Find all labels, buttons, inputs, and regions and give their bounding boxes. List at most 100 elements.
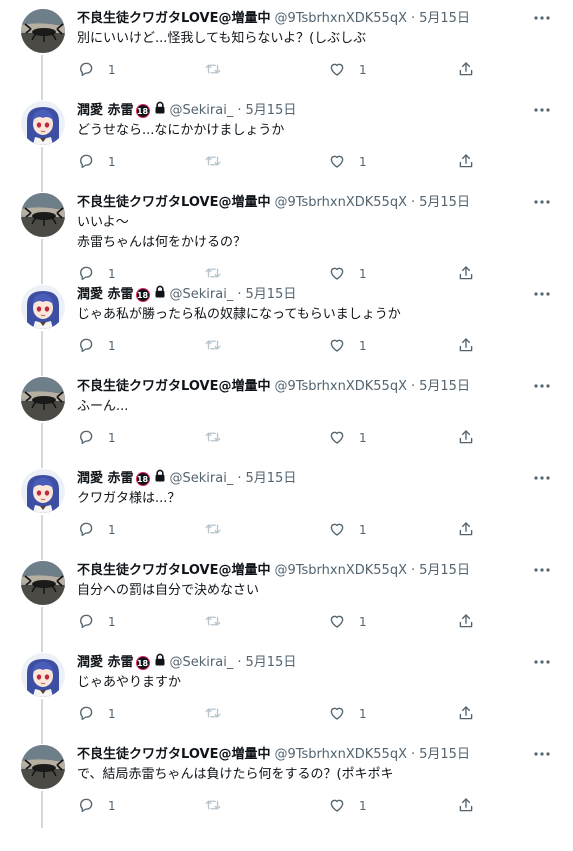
share-button[interactable] [457,152,475,172]
like-count: 1 [359,523,367,537]
user-handle[interactable]: @Sekirai_ [170,101,234,120]
share-button[interactable] [457,612,475,632]
share-button[interactable] [457,60,475,80]
tweet[interactable]: 不良生徒クワガタLOVE@増量中 @9TsbrhxnXDK55qX · 5月15日 ふー… [0,368,573,460]
more-options-icon[interactable] [532,8,552,28]
retweet-button[interactable] [204,612,235,632]
reply-button[interactable]: 1 [77,796,116,816]
tweet[interactable]: 潤愛 赤雷 18 @Sekirai_ · 5月15日 じゃあやりますか 1 1 [0,644,573,736]
retweet-button[interactable] [204,336,235,356]
like-count: 1 [359,63,367,77]
more-options-icon[interactable] [532,284,552,304]
tweet-date[interactable]: 5月15日 [419,193,470,212]
retweet-button[interactable] [204,152,235,172]
reply-count: 1 [108,431,116,445]
share-button[interactable] [457,704,475,724]
reply-button[interactable]: 1 [77,520,116,540]
display-name[interactable]: 潤愛 赤雷 [77,285,134,304]
display-name[interactable]: 潤愛 赤雷 [77,653,134,672]
user-handle[interactable]: @Sekirai_ [170,469,234,488]
tweet[interactable]: 潤愛 赤雷 18 @Sekirai_ · 5月15日 どうせなら...なにかかけましょうか… [0,92,573,184]
tweet-date[interactable]: 5月15日 [419,561,470,580]
like-button[interactable]: 1 [328,60,367,80]
avatar[interactable] [21,9,65,53]
user-handle[interactable]: @9TsbrhxnXDK55qX [274,377,407,396]
avatar[interactable] [21,193,65,237]
more-options-icon[interactable] [532,560,552,580]
avatar[interactable] [21,377,65,421]
more-options-icon[interactable] [532,468,552,488]
like-button[interactable]: 1 [328,152,367,172]
more-options-icon[interactable] [532,192,552,212]
avatar[interactable] [21,469,65,513]
retweet-button[interactable] [204,428,235,448]
like-button[interactable]: 1 [328,612,367,632]
retweet-button[interactable] [204,704,235,724]
avatar[interactable] [21,561,65,605]
retweet-button[interactable] [204,796,235,816]
avatar[interactable] [21,101,65,145]
more-options-icon[interactable] [532,100,552,120]
like-button[interactable]: 1 [328,336,367,356]
display-name[interactable]: 不良生徒クワガタLOVE@増量中 [77,377,270,396]
avatar[interactable] [21,653,65,697]
display-name[interactable]: 潤愛 赤雷 [77,101,134,120]
reply-button[interactable]: 1 [77,152,116,172]
share-button[interactable] [457,428,475,448]
tweet-header: 不良生徒クワガタLOVE@増量中 @9TsbrhxnXDK55qX · 5月15日 [77,745,470,764]
reply-button[interactable]: 1 [77,612,116,632]
tweet-date[interactable]: 5月15日 [419,377,470,396]
age-18-badge-icon: 18 [135,287,150,302]
retweet-icon [204,60,222,81]
avatar[interactable] [21,285,65,329]
display-name[interactable]: 不良生徒クワガタLOVE@増量中 [77,9,270,28]
user-handle[interactable]: @9TsbrhxnXDK55qX [274,745,407,764]
tweet[interactable]: 潤愛 赤雷 18 @Sekirai_ · 5月15日 じゃあ私が勝ったら私の奴隷になっても… [0,276,573,368]
tweet-date[interactable]: 5月15日 [246,285,297,304]
user-handle[interactable]: @9TsbrhxnXDK55qX [274,561,407,580]
user-handle[interactable]: @9TsbrhxnXDK55qX [274,193,407,212]
tweet-date[interactable]: 5月15日 [419,9,470,28]
reply-button[interactable]: 1 [77,428,116,448]
more-options-icon[interactable] [532,744,552,764]
tweet[interactable]: 不良生徒クワガタLOVE@増量中 @9TsbrhxnXDK55qX · 5月15日 別に… [0,0,573,92]
avatar[interactable] [21,745,65,789]
like-button[interactable]: 1 [328,704,367,724]
tweet[interactable]: 潤愛 赤雷 18 @Sekirai_ · 5月15日 クワガタ様は...？ 1 1 [0,460,573,552]
user-handle[interactable]: @9TsbrhxnXDK55qX [274,9,407,28]
tweet[interactable]: 不良生徒クワガタLOVE@増量中 @9TsbrhxnXDK55qX · 5月15日 いい… [0,184,573,281]
share-button[interactable] [457,336,475,356]
tweet-date[interactable]: 5月15日 [246,101,297,120]
display-name[interactable]: 潤愛 赤雷 [77,469,134,488]
display-name[interactable]: 不良生徒クワガタLOVE@増量中 [77,745,270,764]
display-name[interactable]: 不良生徒クワガタLOVE@増量中 [77,193,270,212]
lock-icon [154,285,166,304]
user-handle[interactable]: @Sekirai_ [170,653,234,672]
tweet-date[interactable]: 5月15日 [246,469,297,488]
tweet[interactable]: 不良生徒クワガタLOVE@増量中 @9TsbrhxnXDK55qX · 5月15日 自分… [0,552,573,644]
reply-button[interactable]: 1 [77,704,116,724]
tweet-date[interactable]: 5月15日 [246,653,297,672]
like-button[interactable]: 1 [328,796,367,816]
tweet-header: 潤愛 赤雷 18 @Sekirai_ · 5月15日 [77,653,296,672]
display-name[interactable]: 不良生徒クワガタLOVE@増量中 [77,561,270,580]
tweet-date[interactable]: 5月15日 [419,745,470,764]
retweet-button[interactable] [204,60,235,80]
reply-button[interactable]: 1 [77,336,116,356]
user-handle[interactable]: @Sekirai_ [170,285,234,304]
tweet-actions: 11 [77,336,477,356]
thread-line [41,736,43,744]
share-button[interactable] [457,520,475,540]
beetle-avatar-icon [21,561,65,605]
like-button[interactable]: 1 [328,520,367,540]
reply-button[interactable]: 1 [77,60,116,80]
thread-line [41,699,43,736]
more-options-icon[interactable] [532,376,552,396]
reply-count: 1 [108,615,116,629]
thread-line [41,368,43,376]
share-button[interactable] [457,796,475,816]
tweet[interactable]: 不良生徒クワガタLOVE@増量中 @9TsbrhxnXDK55qX · 5月15日 で、… [0,736,573,828]
more-options-icon[interactable] [532,652,552,672]
retweet-button[interactable] [204,520,235,540]
like-button[interactable]: 1 [328,428,367,448]
